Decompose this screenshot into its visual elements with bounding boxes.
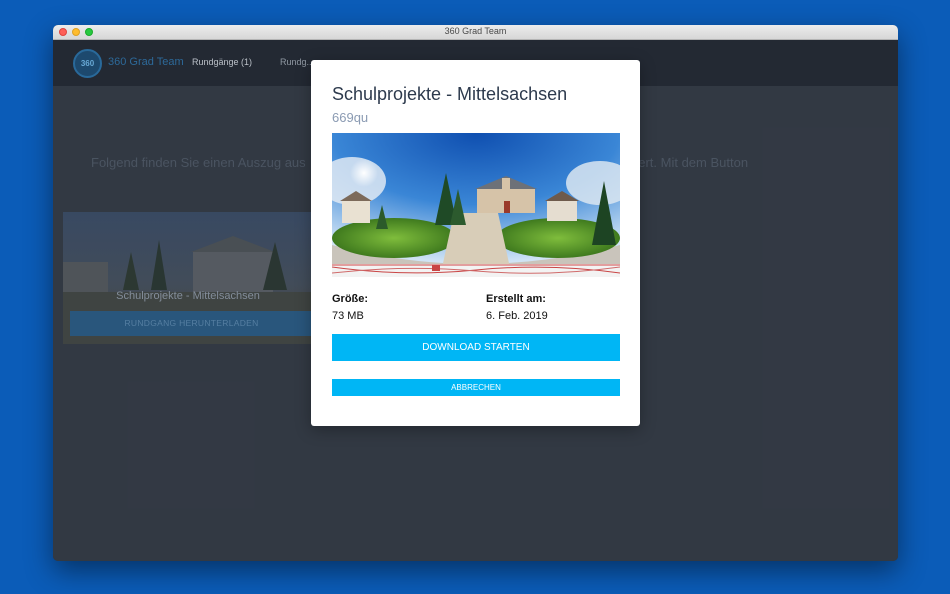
created-label: Erstellt am: [486,293,546,305]
cancel-button[interactable]: ABBRECHEN [332,379,620,396]
dialog-title: Schulprojekte - Mittelsachsen [332,84,568,104]
title-bar: 360 Grad Team [53,25,898,40]
window-title: 360 Grad Team [444,26,507,36]
created-value: 6. Feb. 2019 [486,310,548,322]
size-label: Größe: [332,293,369,305]
panorama-preview-image [332,133,620,277]
download-dialog: Schulprojekte - Mittelsachsen 669qu Größ… [311,60,640,426]
tour-code: 669qu [332,110,369,125]
size-value: 73 MB [332,310,364,322]
download-start-button[interactable]: DOWNLOAD STARTEN [332,334,620,361]
